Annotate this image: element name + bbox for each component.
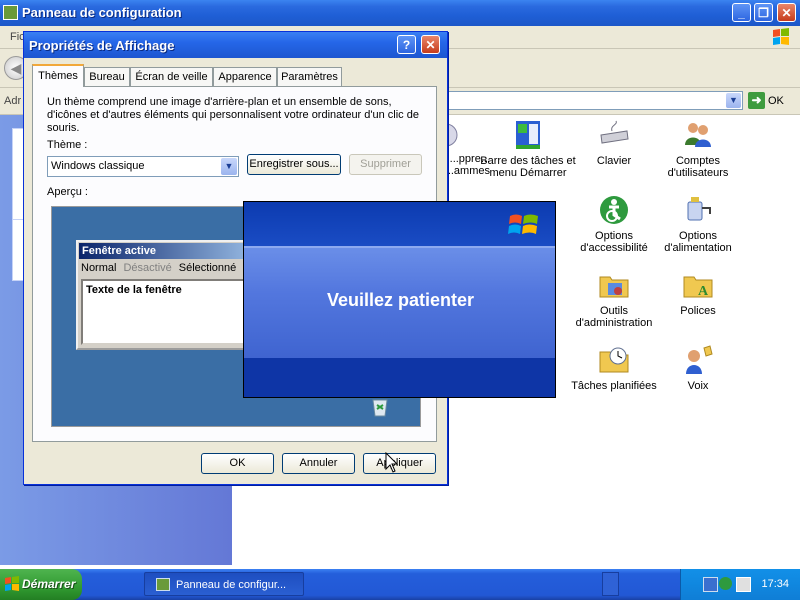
clock: 17:34 bbox=[761, 578, 789, 590]
security-icon[interactable] bbox=[719, 577, 732, 590]
cp-item-scheduled-tasks[interactable]: Tâches planifiées bbox=[566, 344, 662, 392]
taskbar: Démarrer Panneau de configur... 17:34 bbox=[0, 569, 800, 600]
maximize-button[interactable]: ❐ bbox=[754, 3, 773, 22]
speech-icon bbox=[682, 344, 714, 376]
cp-item-label: Voix bbox=[687, 380, 709, 392]
theme-description: Un thème comprend une image d'arrière-pl… bbox=[47, 96, 419, 134]
preview-menu-normal: Normal bbox=[81, 262, 117, 274]
minimize-button[interactable]: _ bbox=[732, 3, 751, 22]
main-window-title: Panneau de configuration bbox=[22, 5, 182, 20]
preview-menu: Normal Désactivé Sélectionné bbox=[81, 262, 243, 274]
go-arrow-icon: ➜ bbox=[748, 92, 765, 109]
tab-screensaver[interactable]: Écran de veille bbox=[130, 67, 213, 86]
cp-item-label: Clavier bbox=[596, 155, 632, 167]
dialog-close-button[interactable]: ✕ bbox=[421, 35, 440, 54]
theme-select-value: Windows classique bbox=[51, 160, 145, 172]
chevron-down-icon[interactable]: ▼ bbox=[221, 158, 237, 175]
start-label: Démarrer bbox=[22, 577, 76, 591]
help-button[interactable]: ? bbox=[397, 35, 416, 54]
taskbar-icon bbox=[512, 119, 544, 151]
system-tray: 17:34 bbox=[680, 569, 800, 600]
cp-item-accessibility[interactable]: Options d'accessibilité bbox=[566, 194, 662, 254]
cp-item-label: Barre des tâches et menu Démarrer bbox=[480, 155, 576, 179]
chevron-down-icon[interactable]: ▼ bbox=[726, 93, 741, 108]
address-label: Adr bbox=[4, 95, 22, 107]
apply-button[interactable]: Appliquer bbox=[363, 453, 436, 474]
cp-item-admin-tools[interactable]: Outils d'administration bbox=[566, 269, 662, 329]
fonts-folder-icon: A bbox=[682, 269, 714, 301]
cp-item-label: Polices bbox=[680, 305, 716, 317]
cp-item-user-accounts[interactable]: Comptes d'utilisateurs bbox=[650, 119, 746, 179]
splash-footer bbox=[244, 358, 555, 397]
cp-item-label: Options d'accessibilité bbox=[580, 230, 648, 254]
preview-menu-selected: Sélectionné bbox=[178, 262, 237, 274]
main-title-bar[interactable]: Panneau de configuration _ ❐ ✕ bbox=[0, 0, 800, 26]
power-icon bbox=[682, 194, 714, 226]
dialog-title-bar[interactable]: Propriétés de Affichage ? ✕ bbox=[24, 32, 447, 58]
cp-item-label: Options d'alimentation bbox=[664, 230, 732, 254]
windows-flag-icon bbox=[5, 576, 19, 591]
start-button[interactable]: Démarrer bbox=[0, 569, 82, 600]
save-as-button[interactable]: Enregistrer sous... bbox=[247, 154, 341, 175]
volume-icon[interactable] bbox=[736, 577, 751, 592]
tab-desktop[interactable]: Bureau bbox=[84, 67, 130, 86]
cancel-button[interactable]: Annuler bbox=[282, 453, 355, 474]
preview-label: Aperçu : bbox=[47, 186, 88, 198]
go-label: OK bbox=[768, 94, 784, 107]
theme-label: Thème : bbox=[47, 139, 88, 151]
cp-item-fonts[interactable]: A Polices bbox=[650, 269, 746, 317]
admin-tools-icon bbox=[598, 269, 630, 301]
mouse-cursor-icon bbox=[385, 452, 399, 473]
control-panel-icon bbox=[156, 578, 170, 591]
cp-item-label: Tâches planifiées bbox=[571, 380, 657, 392]
please-wait-splash: Veuillez patienter bbox=[243, 201, 556, 398]
delete-button: Supprimer bbox=[349, 154, 422, 175]
splash-message: Veuillez patienter bbox=[326, 290, 475, 310]
windows-logo-icon bbox=[773, 28, 789, 45]
cp-item-label: Outils d'administration bbox=[575, 305, 653, 329]
cp-item-speech[interactable]: Voix bbox=[650, 344, 746, 392]
ok-button[interactable]: OK bbox=[201, 453, 274, 474]
tab-settings[interactable]: Paramètres bbox=[277, 67, 342, 86]
network-icon[interactable] bbox=[703, 577, 718, 592]
cp-item-label: Comptes d'utilisateurs bbox=[667, 155, 729, 179]
address-input[interactable]: ▼ bbox=[445, 91, 743, 110]
theme-select[interactable]: Windows classique ▼ bbox=[47, 156, 239, 177]
cp-item-power[interactable]: Options d'alimentation bbox=[650, 194, 746, 254]
control-panel-icon bbox=[3, 5, 18, 20]
svg-text:A: A bbox=[698, 284, 709, 299]
taskbar-item[interactable] bbox=[602, 572, 619, 596]
keyboard-icon bbox=[598, 119, 630, 151]
cp-item-keyboard[interactable]: Clavier bbox=[566, 119, 662, 167]
close-button[interactable]: ✕ bbox=[777, 3, 796, 22]
scheduled-tasks-icon bbox=[598, 344, 630, 376]
recycle-bin-icon bbox=[372, 399, 388, 417]
users-icon bbox=[682, 119, 714, 151]
cp-item-taskbar[interactable]: Barre des tâches et menu Démarrer bbox=[480, 119, 576, 179]
accessibility-icon bbox=[598, 194, 630, 226]
go-button[interactable]: ➜ OK bbox=[748, 92, 784, 110]
preview-menu-disabled: Désactivé bbox=[123, 262, 172, 274]
windows-flag-icon bbox=[508, 214, 538, 234]
dialog-title: Propriétés de Affichage bbox=[29, 38, 175, 53]
taskbar-item-label: Panneau de configur... bbox=[176, 579, 287, 591]
tab-themes[interactable]: Thèmes bbox=[32, 64, 84, 87]
tab-appearance[interactable]: Apparence bbox=[213, 67, 277, 86]
taskbar-item-control-panel[interactable]: Panneau de configur... bbox=[144, 572, 304, 596]
